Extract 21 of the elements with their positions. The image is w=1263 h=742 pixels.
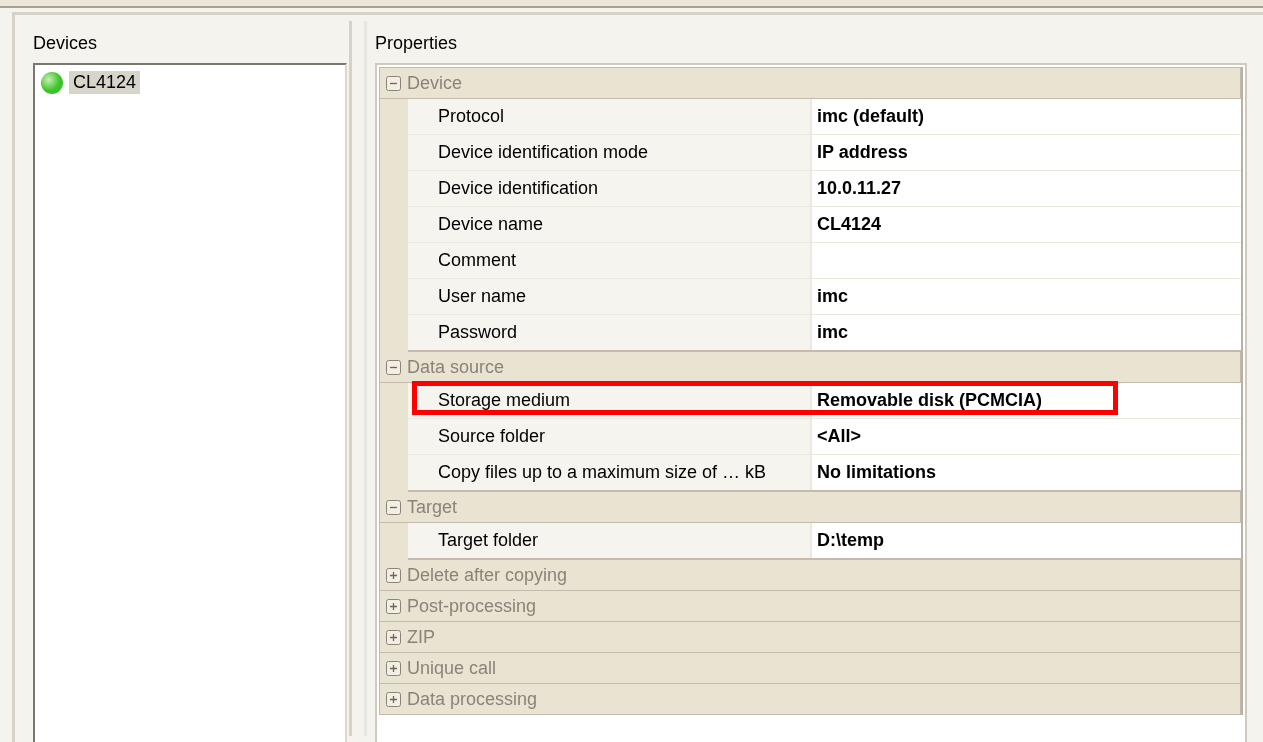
expand-icon[interactable] — [386, 691, 401, 707]
collapse-icon[interactable] — [386, 359, 401, 375]
panel-label: Properties — [375, 33, 459, 55]
property-name: Target folder — [408, 523, 812, 558]
device-item[interactable]: CL4124 — [69, 71, 141, 94]
property-name: Password — [408, 315, 812, 350]
property-name: Comment — [408, 243, 812, 278]
collapse-icon[interactable] — [386, 75, 401, 91]
expand-icon[interactable] — [386, 598, 401, 614]
collapse-icon[interactable] — [386, 499, 401, 515]
expand-icon[interactable] — [386, 567, 401, 583]
property-name: Source folder — [408, 419, 812, 454]
expand-icon[interactable] — [386, 660, 401, 676]
property-name: Device identification — [408, 171, 812, 206]
property-name: User name — [408, 279, 812, 314]
expand-icon[interactable] — [386, 629, 401, 645]
property-name: Device identification mode — [408, 135, 812, 170]
property-name: Device name — [408, 207, 812, 242]
panel-label: Devices — [33, 33, 99, 55]
property-name: Copy files up to a maximum size of … kB — [408, 455, 812, 490]
property-name: Protocol — [408, 99, 812, 134]
